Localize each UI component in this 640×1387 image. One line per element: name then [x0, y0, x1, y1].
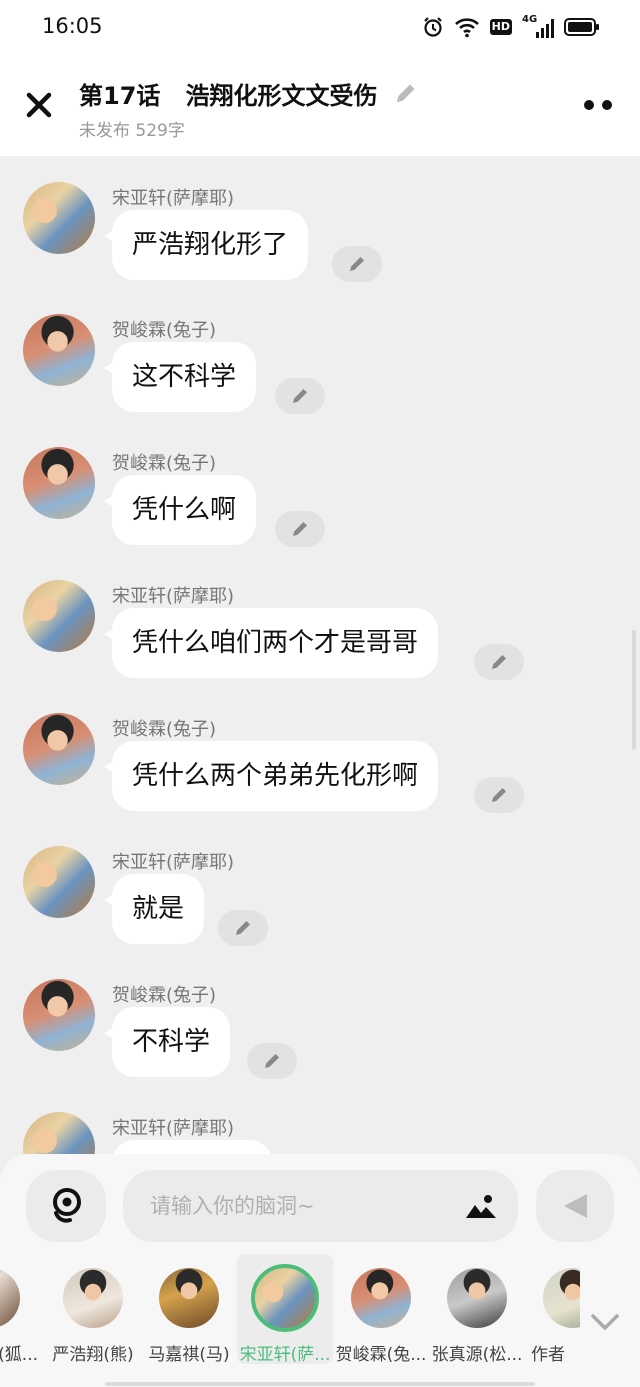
more-dot-icon	[584, 100, 594, 110]
chapter-header: 第17话 浩翔化形文文受伤 未发布 529字	[0, 58, 640, 156]
character-item[interactable]: 贺峻霖(兔...	[333, 1254, 429, 1365]
send-button[interactable]	[536, 1170, 614, 1242]
pencil-icon	[492, 655, 506, 669]
sender-name: 贺峻霖(兔子)	[112, 985, 217, 1006]
message-bubble[interactable]: 就是	[103, 874, 205, 944]
avatar[interactable]	[23, 979, 95, 1051]
message-item: 贺峻霖(兔子) 不科学	[0, 979, 640, 1111]
message-bubble[interactable]: 这不科学	[103, 342, 257, 412]
edit-title-icon[interactable]	[393, 80, 419, 106]
message-bubble[interactable]: 凭什么啊	[103, 475, 257, 545]
network-label: 4G	[522, 14, 538, 25]
edit-message-button[interactable]	[474, 644, 524, 680]
avatar[interactable]	[23, 447, 95, 519]
message-item: 宋亚轩(萨摩耶)	[0, 1112, 640, 1156]
message-bubble[interactable]: 凭什么两个弟弟先化形啊	[103, 741, 439, 811]
sender-name: 贺峻霖(兔子)	[112, 453, 217, 474]
message-bubble[interactable]: 凭什么咱们两个才是哥哥	[103, 608, 439, 678]
character-avatar	[543, 1268, 580, 1328]
status-icons: HD 4G	[422, 14, 600, 38]
character-name: 张真源(松...	[431, 1345, 523, 1365]
status-time: 16:05	[42, 14, 103, 38]
edit-message-button[interactable]	[474, 777, 524, 813]
message-item: 宋亚轩(萨摩耶) 就是	[0, 846, 640, 978]
message-item: 贺峻霖(兔子) 这不科学	[0, 314, 640, 446]
close-icon[interactable]	[22, 88, 56, 122]
page-title: 第17话 浩翔化形文文受伤	[79, 82, 378, 110]
message-item: 贺峻霖(兔子) 凭什么两个弟弟先化形啊	[0, 713, 640, 845]
voice-button[interactable]	[26, 1170, 106, 1242]
message-item: 宋亚轩(萨摩耶) 凭什么咱们两个才是哥哥	[0, 580, 640, 712]
pencil-icon	[492, 788, 506, 802]
character-avatar	[447, 1268, 507, 1328]
character-name: 马嘉祺(马)	[148, 1345, 230, 1365]
pencil-icon	[293, 389, 307, 403]
pencil-icon	[236, 921, 250, 935]
character-item[interactable]: 作者	[525, 1254, 580, 1365]
message-item: 贺峻霖(兔子) 凭什么啊	[0, 447, 640, 579]
sender-name: 贺峻霖(兔子)	[112, 320, 217, 341]
chat-list[interactable]: 宋亚轩(萨摩耶) 严浩翔化形了 贺峻霖(兔子) 这不科学 贺峻霖(兔子) 凭什么…	[0, 156, 640, 1156]
status-bar: 16:05 HD 4G	[0, 0, 640, 58]
picker-scroll-indicator	[105, 1382, 535, 1386]
pencil-icon	[350, 257, 364, 271]
avatar[interactable]	[23, 846, 95, 918]
character-picker[interactable]: (狐... 严浩翔(熊) 马嘉祺(马) 宋亚轩(萨... 贺峻霖(兔... 张真…	[0, 1254, 580, 1374]
character-avatar	[0, 1268, 20, 1328]
character-item[interactable]: (狐...	[0, 1254, 38, 1365]
character-avatar	[351, 1268, 411, 1328]
message-bubble[interactable]: 不科学	[103, 1007, 231, 1077]
character-name: 作者	[531, 1345, 565, 1365]
alarm-icon	[423, 17, 442, 37]
avatar[interactable]	[23, 1112, 95, 1156]
more-options-button[interactable]	[584, 96, 618, 114]
character-avatar	[251, 1264, 319, 1332]
edit-message-button[interactable]	[247, 1043, 297, 1079]
character-name: 贺峻霖(兔...	[335, 1345, 427, 1365]
send-icon	[564, 1194, 587, 1218]
avatar[interactable]	[23, 713, 95, 785]
pencil-icon	[293, 522, 307, 536]
pencil-icon	[265, 1054, 279, 1068]
edit-message-button[interactable]	[332, 246, 382, 282]
sender-name: 宋亚轩(萨摩耶)	[112, 586, 235, 607]
signal-icon: 4G	[522, 14, 554, 38]
chevron-down-icon[interactable]	[590, 1312, 620, 1332]
hd-badge: HD	[489, 19, 512, 35]
message-bubble[interactable]: 严浩翔化形了	[103, 210, 309, 280]
more-dot-icon	[602, 100, 612, 110]
character-name: 宋亚轩(萨...	[239, 1345, 331, 1365]
edit-message-button[interactable]	[275, 378, 325, 414]
edit-message-button[interactable]	[218, 910, 268, 946]
composer-panel: (狐... 严浩翔(熊) 马嘉祺(马) 宋亚轩(萨... 贺峻霖(兔... 张真…	[0, 1154, 640, 1387]
character-item[interactable]: 马嘉祺(马)	[141, 1254, 237, 1365]
voice-icon	[53, 1188, 81, 1223]
character-item[interactable]: 张真源(松...	[429, 1254, 525, 1365]
avatar[interactable]	[23, 182, 95, 254]
chat-scrollbar[interactable]	[632, 630, 636, 750]
character-name: 严浩翔(熊)	[52, 1345, 134, 1365]
character-avatar	[63, 1268, 123, 1328]
idea-input[interactable]	[123, 1170, 518, 1242]
message-item: 宋亚轩(萨摩耶) 严浩翔化形了	[0, 182, 640, 314]
wifi-icon	[454, 18, 479, 38]
avatar[interactable]	[23, 314, 95, 386]
edit-message-button[interactable]	[275, 511, 325, 547]
character-item[interactable]: 严浩翔(熊)	[45, 1254, 141, 1365]
avatar[interactable]	[23, 580, 95, 652]
character-item-selected[interactable]: 宋亚轩(萨...	[237, 1254, 333, 1365]
sender-name: 宋亚轩(萨摩耶)	[112, 1118, 235, 1139]
sender-name: 贺峻霖(兔子)	[112, 719, 217, 740]
sender-name: 宋亚轩(萨摩耶)	[112, 188, 235, 209]
image-icon[interactable]	[464, 1191, 498, 1221]
sender-name: 宋亚轩(萨摩耶)	[112, 852, 235, 873]
battery-icon	[564, 18, 599, 36]
character-name: (狐...	[0, 1345, 38, 1365]
chapter-subtitle: 未发布 529字	[79, 121, 185, 141]
character-avatar	[159, 1268, 219, 1328]
